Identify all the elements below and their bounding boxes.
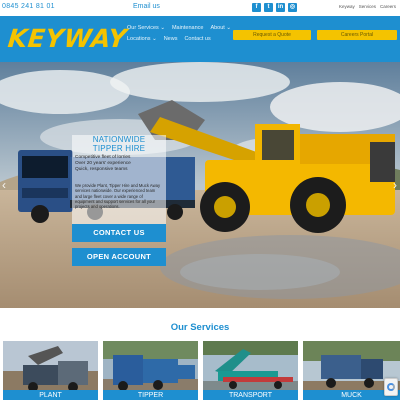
top-link-careers[interactable]: Careers xyxy=(380,4,396,9)
instagram-icon[interactable]: ◎ xyxy=(288,3,297,12)
twitter-icon[interactable]: t xyxy=(264,3,273,12)
hero-prev-arrow-icon[interactable]: ‹ xyxy=(2,178,6,192)
recaptcha-icon xyxy=(387,383,395,391)
social-links: f t in ◎ xyxy=(252,3,297,12)
hero-next-arrow-icon[interactable]: › xyxy=(393,178,397,192)
hero-banner: ‹ › xyxy=(0,62,400,308)
service-card-label: TRANSPORT xyxy=(203,390,298,400)
hero-title-line2: TIPPER HIRE xyxy=(92,143,146,153)
recaptcha-badge[interactable] xyxy=(384,378,398,396)
main-nav: Our Services ⌄ Maintenance About ⌄ Locat… xyxy=(127,25,232,42)
hero-bullet: Quick, responsive teams xyxy=(75,167,128,172)
nav-contact-us[interactable]: Contact us xyxy=(184,36,210,42)
service-card-label: PLANT xyxy=(3,390,98,400)
top-utility-bar: 0845 241 81 01 Email us f t in ◎ Keyway … xyxy=(0,0,400,16)
facebook-icon[interactable]: f xyxy=(252,3,261,12)
top-link-keyway[interactable]: Keyway xyxy=(339,4,355,9)
top-link-services[interactable]: Services xyxy=(359,4,376,9)
email-link[interactable]: Email us xyxy=(133,3,160,10)
service-card-transport[interactable]: TRANSPORT xyxy=(203,341,298,400)
nav-locations[interactable]: Locations ⌄ xyxy=(127,36,157,42)
phone-number[interactable]: 0845 241 81 01 xyxy=(2,3,55,10)
hero-paragraph: We provide Plant, Tipper Hire and Muck A… xyxy=(75,183,161,210)
open-account-button[interactable]: OPEN ACCOUNT xyxy=(72,248,166,266)
request-quote-button[interactable]: Request a Quote xyxy=(233,30,311,40)
top-links: Keyway Services Careers xyxy=(339,4,396,9)
nav-about[interactable]: About ⌄ xyxy=(210,25,231,31)
hero-photo xyxy=(0,62,400,308)
contact-us-button[interactable]: CONTACT US xyxy=(72,224,166,242)
linkedin-icon[interactable]: in xyxy=(276,3,285,12)
nav-our-services[interactable]: Our Services ⌄ xyxy=(127,25,165,31)
service-card-tipper[interactable]: TIPPER xyxy=(103,341,198,400)
keyway-logo[interactable]: KEYWAY xyxy=(6,24,128,53)
service-card-plant[interactable]: PLANT xyxy=(3,341,98,400)
nav-maintenance[interactable]: Maintenance xyxy=(172,25,204,31)
careers-portal-button[interactable]: Careers Portal xyxy=(317,30,397,40)
nav-news[interactable]: News xyxy=(164,36,178,42)
hero-title: NATIONWIDE TIPPER HIRE xyxy=(72,135,166,153)
service-card-label: TIPPER xyxy=(103,390,198,400)
site-header: KEYWAY Our Services ⌄ Maintenance About … xyxy=(0,16,400,62)
services-heading: Our Services xyxy=(170,322,230,333)
